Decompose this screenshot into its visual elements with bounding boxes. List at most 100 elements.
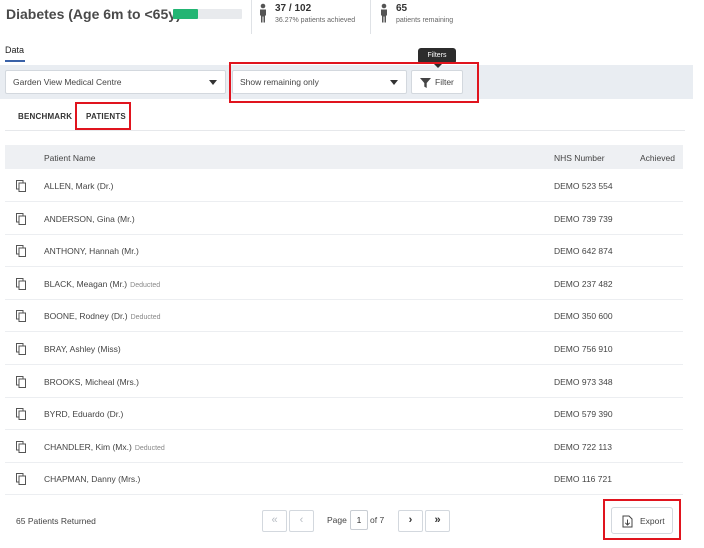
table-row[interactable]: BOONE, Rodney (Dr.) Deducted DEMO 350 600 (5, 300, 683, 333)
patient-name-text: CHAPMAN, Danny (Mrs.) (44, 474, 141, 485)
tab-benchmark[interactable]: BENCHMARK (18, 112, 72, 121)
table-row[interactable]: ANTHONY, Hannah (Mr.) DEMO 642 874 (5, 235, 683, 268)
patient-name-text: BLACK, Meagan (Mr.) (44, 278, 128, 289)
chevron-right-icon: › (408, 514, 413, 526)
tab-patients[interactable]: PATIENTS (86, 112, 126, 121)
patient-name-text: ANDERSON, Gina (Mr.) (44, 213, 135, 224)
filters-tooltip: Filters (418, 48, 456, 68)
patient-name[interactable]: BRAY, Ashley (Miss) (44, 344, 121, 354)
copy-icon[interactable] (16, 440, 26, 453)
nhs-number: DEMO 642 874 (554, 246, 613, 257)
chevron-down-icon (209, 80, 217, 85)
column-patient-name[interactable]: Patient Name (44, 153, 96, 163)
copy-icon[interactable] (16, 180, 26, 192)
patient-name[interactable]: ALLEN, Mark (Dr.) (44, 181, 113, 191)
column-nhs-number[interactable]: NHS Number (554, 153, 605, 163)
export-button-label: Export (640, 516, 665, 526)
page-title: Diabetes (Age 6m to <65y) (6, 6, 181, 22)
table-row[interactable]: CHAPMAN, Danny (Mrs.) DEMO 116 721 (5, 463, 683, 496)
column-achieved[interactable]: Achieved (640, 153, 675, 163)
remaining-sub: patients remaining (396, 17, 454, 24)
copy-icon[interactable] (16, 343, 26, 355)
export-button[interactable]: Export (611, 507, 673, 534)
header-divider (370, 0, 371, 34)
first-page-button[interactable]: « (262, 510, 287, 532)
patient-name[interactable]: ANDERSON, Gina (Mr.) (44, 214, 135, 224)
nhs-number: DEMO 237 482 (554, 278, 613, 289)
patient-name-text: CHANDLER, Kim (Mx.) (44, 441, 132, 452)
table-row[interactable]: BROOKS, Micheal (Mrs.) DEMO 973 348 (5, 366, 683, 398)
show-select-value: Show remaining only (240, 77, 319, 87)
nhs-number: DEMO 739 739 (554, 213, 613, 224)
filter-button-label: Filter (435, 77, 454, 87)
nhs-number: DEMO 350 600 (554, 311, 613, 322)
patient-name[interactable]: BYRD, Eduardo (Dr.) (44, 409, 123, 419)
double-chevron-right-icon: » (434, 514, 441, 526)
patients-returned-count: 65 Patients Returned (16, 516, 96, 526)
patient-name[interactable]: ANTHONY, Hannah (Mr.) (44, 246, 139, 256)
table-row[interactable]: BYRD, Eduardo (Dr.) DEMO 579 390 (5, 398, 683, 431)
table-row[interactable]: ALLEN, Mark (Dr.) DEMO 523 554 (5, 170, 683, 202)
patient-name-text: ALLEN, Mark (Dr.) (44, 181, 114, 191)
show-select[interactable]: Show remaining only (232, 70, 407, 94)
deducted-tag: Deducted (130, 314, 161, 322)
copy-icon[interactable] (16, 375, 26, 388)
patient-name[interactable]: BLACK, Meagan (Mr.) Deducted (44, 279, 160, 289)
last-page-button[interactable]: » (425, 510, 450, 532)
patient-name[interactable]: BROOKS, Micheal (Mrs.) (44, 377, 139, 387)
prev-page-button[interactable]: ‹ (289, 510, 314, 532)
copy-icon[interactable] (16, 277, 26, 290)
patient-name-text: BOONE, Rodney (Dr.) (44, 311, 128, 322)
tab-data-underline (5, 60, 25, 62)
page-number-input[interactable]: 1 (350, 510, 368, 530)
remaining-value: 65 (396, 3, 408, 14)
patient-name[interactable]: CHAPMAN, Danny (Mrs.) (44, 474, 140, 484)
patient-name[interactable]: BOONE, Rodney (Dr.) Deducted (44, 311, 161, 321)
practice-select[interactable]: Garden View Medical Centre (5, 70, 226, 94)
person-icon (381, 3, 387, 23)
page-label: Page (327, 515, 347, 525)
patient-name-text: BROOKS, Micheal (Mrs.) (44, 376, 139, 387)
nhs-number: DEMO 722 113 (554, 441, 612, 452)
chevron-down-icon (390, 80, 398, 85)
achievement-progress-bar (173, 9, 242, 19)
person-icon (260, 3, 266, 23)
copy-icon[interactable] (16, 310, 26, 323)
patient-name-text: BRAY, Ashley (Miss) (44, 344, 121, 354)
copy-icon[interactable] (16, 212, 26, 225)
page-of-label: of 7 (370, 515, 385, 525)
table-row[interactable]: BRAY, Ashley (Miss) DEMO 756 910 (5, 333, 683, 365)
nhs-number: DEMO 116 721 (554, 474, 612, 485)
remaining-stat: 65 patients remaining (396, 3, 453, 24)
deducted-tag: Deducted (130, 281, 161, 289)
patient-name-text: ANTHONY, Hannah (Mr.) (44, 246, 139, 257)
patient-name[interactable]: CHANDLER, Kim (Mx.) Deducted (44, 442, 165, 452)
achieved-value: 37 / 102 (275, 3, 312, 14)
table-header: Patient Name NHS Number Achieved (5, 145, 683, 169)
table-row[interactable]: ANDERSON, Gina (Mr.) DEMO 739 739 (5, 203, 683, 235)
copy-icon[interactable] (16, 473, 26, 486)
double-chevron-left-icon: « (271, 514, 278, 526)
achieved-stat: 37 / 102 36.27% patients achieved (275, 3, 355, 24)
nhs-number: DEMO 523 554 (554, 181, 613, 191)
practice-select-value: Garden View Medical Centre (13, 77, 122, 87)
progress-fill (173, 9, 199, 19)
filter-button[interactable]: Filter (411, 70, 463, 94)
tab-data[interactable]: Data (5, 45, 24, 55)
achieved-sub: 36.27% patients achieved (275, 17, 356, 24)
chevron-left-icon: ‹ (299, 514, 304, 526)
table-row[interactable]: CHANDLER, Kim (Mx.) Deducted DEMO 722 113 (5, 431, 683, 463)
funnel-icon (420, 78, 431, 88)
table-row[interactable]: BLACK, Meagan (Mr.) Deducted DEMO 237 482 (5, 268, 683, 300)
subtab-divider (5, 130, 685, 131)
copy-icon[interactable] (16, 245, 26, 258)
copy-icon[interactable] (16, 408, 26, 421)
patient-name-text: BYRD, Eduardo (Dr.) (44, 409, 124, 420)
nhs-number: DEMO 973 348 (554, 376, 613, 387)
nhs-number: DEMO 756 910 (554, 344, 613, 354)
header-divider (251, 0, 252, 34)
page-header: Diabetes (Age 6m to <65y) 37 / 102 36.27… (0, 0, 704, 36)
nhs-number: DEMO 579 390 (554, 409, 613, 420)
next-page-button[interactable]: › (398, 510, 423, 532)
export-icon (622, 515, 633, 528)
